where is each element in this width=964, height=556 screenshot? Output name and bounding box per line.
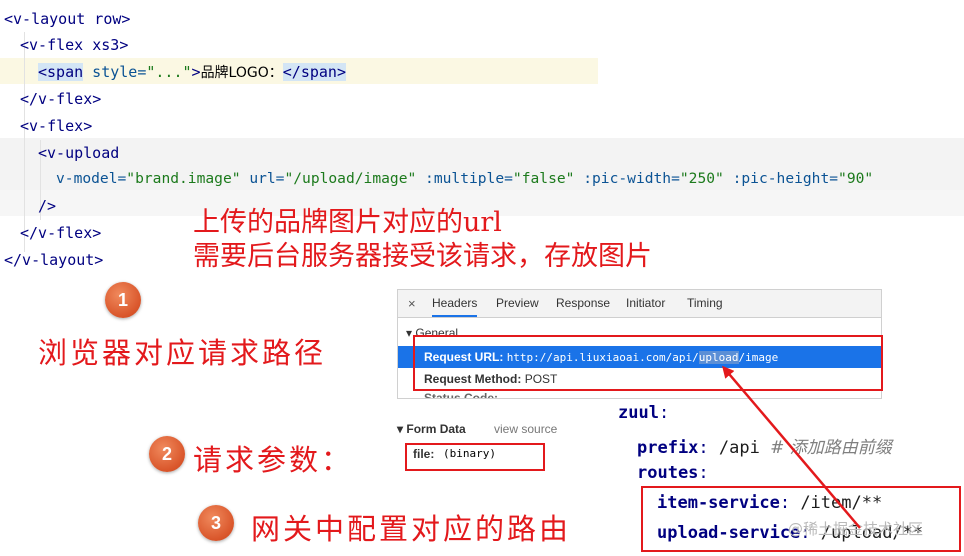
red-arrow <box>722 365 861 529</box>
arrow-line <box>722 365 861 529</box>
